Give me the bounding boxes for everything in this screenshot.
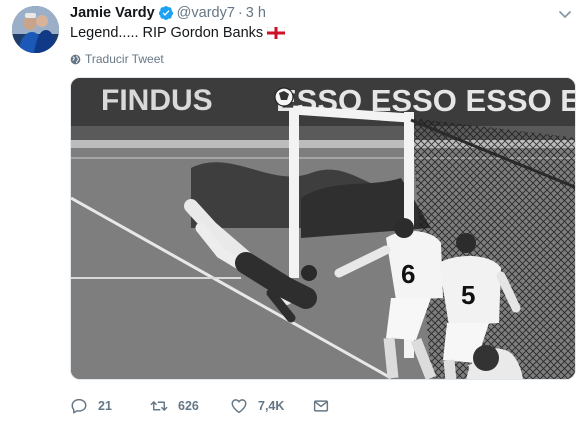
- billboard-text-left: FINDUS: [101, 84, 213, 117]
- retweet-button[interactable]: 626: [150, 396, 199, 416]
- translate-tweet-link[interactable]: Traducir Tweet: [70, 51, 164, 67]
- shirt-number-5: 5: [461, 280, 475, 310]
- verified-badge-icon: [158, 5, 174, 21]
- tweet-photo[interactable]: FINDUS ESSO ESSO ESSO ESSO: [70, 77, 576, 380]
- retweet-count: 626: [178, 399, 199, 413]
- chevron-down-icon[interactable]: [558, 7, 572, 18]
- tweet-time[interactable]: 3 h: [246, 4, 266, 22]
- retweet-icon: [150, 401, 168, 411]
- england-flag-icon: [266, 26, 286, 40]
- reply-icon: [71, 398, 87, 414]
- reply-button[interactable]: 21: [70, 396, 112, 416]
- shirt-number-6: 6: [401, 259, 415, 289]
- tweet: Jamie Vardy @vardy7 · 3 h Legend..... RIP G…: [0, 0, 584, 422]
- reply-count: 21: [98, 399, 112, 413]
- tweet-header: Jamie Vardy @vardy7 · 3 h: [70, 4, 266, 22]
- direct-message-button[interactable]: [312, 396, 340, 416]
- like-button[interactable]: 7,4K: [230, 396, 284, 416]
- author-name[interactable]: Jamie Vardy: [70, 4, 155, 22]
- tweet-text: Legend..... RIP Gordon Banks: [70, 25, 264, 41]
- author-handle[interactable]: @vardy7: [177, 4, 235, 22]
- avatar[interactable]: [12, 6, 59, 53]
- tweet-text-line: Legend..... RIP Gordon Banks: [70, 24, 286, 42]
- globe-icon: [70, 53, 81, 65]
- like-count: 7,4K: [258, 399, 285, 413]
- envelope-icon: [313, 400, 329, 412]
- header-separator: ·: [237, 5, 243, 21]
- heart-icon: [231, 399, 247, 414]
- translate-label: Traducir Tweet: [85, 52, 164, 66]
